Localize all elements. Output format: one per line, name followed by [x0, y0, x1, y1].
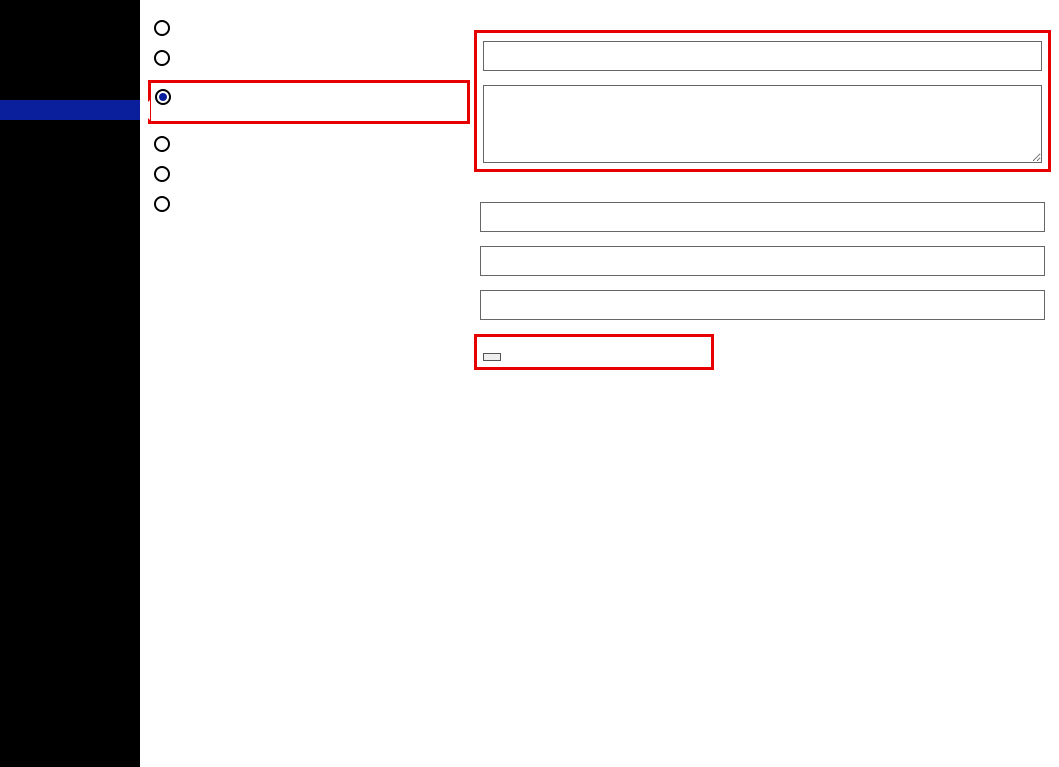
- sidebar-item-settings[interactable]: [0, 228, 140, 248]
- theme-form: [480, 20, 1045, 384]
- option-export: [154, 20, 464, 36]
- option-style-variation: [154, 196, 464, 212]
- author-uri-input[interactable]: [480, 290, 1045, 320]
- fieldblock-author: [480, 246, 1045, 276]
- browse-button[interactable]: [483, 353, 501, 361]
- sidebar-item-plugins[interactable]: [0, 168, 140, 188]
- option-overwrite: [154, 136, 464, 152]
- radio-create-child[interactable]: [154, 50, 170, 66]
- export-options: [154, 20, 464, 384]
- sidebar-subitem-themes[interactable]: [0, 120, 140, 132]
- theme-desc-textarea[interactable]: [483, 85, 1042, 163]
- sidebar-item-gutenberg[interactable]: [0, 248, 140, 268]
- sidebar-subitem-editor[interactable]: [0, 132, 140, 144]
- option-create-child: [154, 50, 464, 66]
- fieldblock-author-uri: [480, 290, 1045, 320]
- main-content: [140, 0, 1059, 767]
- fieldblock-screenshot: [474, 334, 714, 370]
- sidebar-item-pages[interactable]: [0, 60, 140, 80]
- theme-name-input[interactable]: [483, 41, 1042, 71]
- theme-uri-input[interactable]: [480, 202, 1045, 232]
- admin-sidebar: [0, 0, 140, 767]
- radio-clone[interactable]: [155, 89, 171, 105]
- sidebar-collapse[interactable]: [0, 268, 140, 278]
- sidebar-item-tools[interactable]: [0, 208, 140, 228]
- sidebar-subitem-create-block-theme[interactable]: [0, 144, 140, 156]
- author-input[interactable]: [480, 246, 1045, 276]
- sidebar-item-posts[interactable]: [0, 20, 140, 40]
- radio-style-variation[interactable]: [154, 196, 170, 212]
- fieldblock-theme-uri: [480, 202, 1045, 232]
- sidebar-item-comments[interactable]: [0, 80, 140, 100]
- sidebar-subitem-manage-theme-fonts[interactable]: [0, 156, 140, 168]
- sidebar-item-media[interactable]: [0, 40, 140, 60]
- radio-blank[interactable]: [154, 166, 170, 182]
- option-clone: [148, 80, 470, 124]
- sidebar-item-dashboard[interactable]: [0, 0, 140, 20]
- sidebar-item-users[interactable]: [0, 188, 140, 208]
- fieldblock-name-desc: [474, 30, 1051, 172]
- radio-overwrite[interactable]: [154, 136, 170, 152]
- radio-export[interactable]: [154, 20, 170, 36]
- sidebar-item-appearance[interactable]: [0, 100, 140, 120]
- option-blank: [154, 166, 464, 182]
